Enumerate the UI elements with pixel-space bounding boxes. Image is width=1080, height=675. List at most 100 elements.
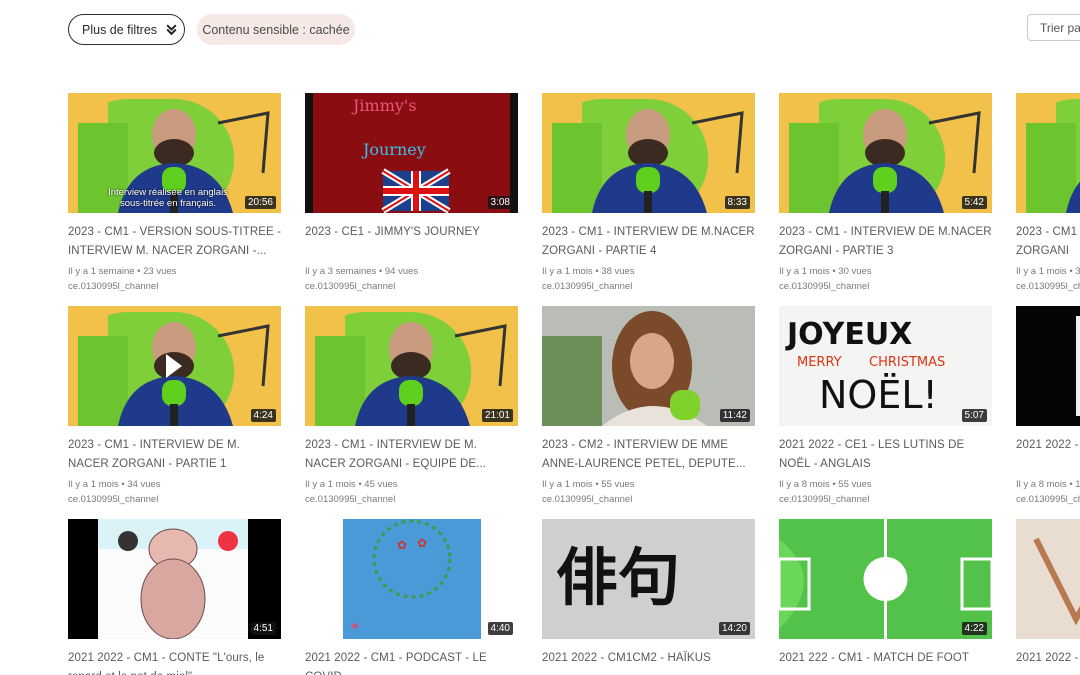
svg-text:JOYEUX: JOYEUX	[785, 317, 912, 352]
thumbnail-image	[68, 306, 281, 426]
channel-name[interactable]: ce.0130995l_channel	[68, 492, 281, 507]
svg-text:MERRY: MERRY	[797, 355, 842, 370]
video-thumbnail[interactable]: 8:33	[542, 93, 755, 213]
video-meta: Il y a 8 mois • 10	[1016, 479, 1080, 490]
video-card[interactable]: 8:33 2023 - CM1 - INTERVIEW DE M.NACER ZO…	[542, 93, 755, 294]
svg-text:✿: ✿	[397, 538, 407, 552]
subtitle-caption: Interview réalisée en anglais sous-titré…	[108, 187, 228, 209]
channel-name[interactable]: ce.0130995l_channel	[1016, 279, 1080, 294]
video-thumbnail[interactable]: 11:42	[542, 306, 755, 426]
video-meta: Il y a 1 mois • 55 vues	[542, 479, 635, 490]
video-title[interactable]: 2023 - CM1 - INTERVIEW DE M.NACER ZORGAN…	[779, 223, 992, 261]
video-card[interactable]: 11:42 2023 - CM2 - INTERVIEW DE MME ANNE-…	[542, 306, 755, 507]
duration-badge: 8:33	[724, 196, 750, 209]
sort-label: Trier par	[1040, 20, 1080, 35]
duration-badge: 4:40	[487, 622, 513, 635]
thumbnail-image	[779, 519, 992, 639]
channel-name[interactable]: ce.0130995l_channel	[542, 492, 755, 507]
video-meta: Il y a 1 mois • 45 vues	[305, 479, 398, 490]
duration-badge: 5:07	[961, 409, 987, 422]
svg-text:NOËL!: NOËL!	[819, 373, 938, 417]
video-thumbnail[interactable]: 5:42	[779, 93, 992, 213]
video-card[interactable]: 俳句俳句14:20 2021 2022 - CM1CM2 - HAÏKUS	[542, 519, 755, 675]
thumbnail-image	[542, 93, 755, 213]
sensitive-content-chip[interactable]: Contenu sensible : cachée	[197, 14, 355, 45]
video-title[interactable]: 2021 2022 - CM1CM2 - HAÏKUS	[542, 649, 755, 675]
video-thumbnail[interactable]: Jimmy's Journey Jimmy's Journey3:08	[305, 93, 518, 213]
video-card[interactable]: 2023 - CM1 - INTERVIEW DE M.NACER ZORGAN…	[1016, 93, 1080, 294]
video-card[interactable]: 4:51 2021 2022 - CM1 - CONTE "L'ours, le …	[68, 519, 281, 675]
video-thumbnail[interactable]: 21:01	[305, 306, 518, 426]
double-chevron-down-icon	[166, 24, 177, 36]
duration-badge: 4:22	[961, 622, 987, 635]
video-card[interactable]: 21:01 2023 - CM1 - INTERVIEW DE M. NACER …	[305, 306, 518, 507]
svg-text:Journey: Journey	[361, 140, 426, 159]
thumbnail-image: JOYEUX MERRY CHRISTMAS NOËL!	[779, 306, 992, 426]
video-thumbnail[interactable]: 4:24	[68, 306, 281, 426]
channel-name[interactable]: ce.0130995l_channel	[305, 279, 518, 294]
duration-badge: 4:51	[250, 622, 276, 635]
video-card[interactable]: 4:22 2021 222 - CM1 - MATCH DE FOOT	[779, 519, 992, 675]
channel-name[interactable]: ce.0130995l_channel	[68, 279, 281, 294]
duration-badge: 14:20	[718, 622, 750, 635]
video-title[interactable]: 2021 222 - CM1 - MATCH DE FOOT	[779, 649, 992, 675]
channel-name[interactable]: ce.0130995l_channel	[779, 279, 992, 294]
video-card[interactable]: 2021 2022 - CE1 - DIFFERENCE Il y a 8 moi…	[1016, 306, 1080, 507]
video-meta: Il y a 1 semaine • 23 vues	[68, 266, 177, 277]
video-thumbnail[interactable]	[1016, 306, 1080, 426]
video-grid: Interview réalisée en anglais sous-titré…	[68, 93, 1080, 675]
video-title[interactable]: 2023 - CM1 - INTERVIEW DE M. NACER ZORGA…	[68, 436, 281, 474]
svg-text:✿: ✿	[417, 536, 427, 550]
thumbnail-image	[1016, 306, 1080, 426]
video-card[interactable]: 4:24 2023 - CM1 - INTERVIEW DE M. NACER Z…	[68, 306, 281, 507]
video-title[interactable]: 2023 - CM1 - INTERVIEW DE M.NACER ZORGAN…	[542, 223, 755, 261]
sensitive-content-label: Contenu sensible : cachée	[202, 22, 350, 37]
channel-name[interactable]: ce.0130995l_channel	[305, 492, 518, 507]
thumbnail-image: 俳句	[542, 519, 755, 639]
svg-text:CHRISTMAS: CHRISTMAS	[869, 355, 945, 370]
video-thumbnail[interactable]: ✿ ✿ ✦ 4:40	[305, 519, 518, 639]
video-thumbnail[interactable]: 4:51	[68, 519, 281, 639]
video-title[interactable]: 2021 2022 - CE1 - LES LUTINS DE NOËL - A…	[779, 436, 992, 474]
video-thumbnail[interactable]: JOYEUX MERRY CHRISTMAS NOËL!JOYEUX|MERRY…	[779, 306, 992, 426]
video-thumbnail[interactable]: 4:22	[779, 519, 992, 639]
thumbnail-image	[1016, 93, 1080, 213]
channel-name[interactable]: ce.0130995l_channel	[779, 492, 992, 507]
filter-toolbar: Plus de filtres Contenu sensible : caché…	[68, 14, 1080, 46]
thumbnail-image: Jimmy's Journey	[305, 93, 518, 213]
video-thumbnail[interactable]: 俳句俳句14:20	[542, 519, 755, 639]
video-title[interactable]: 2023 - CE1 - JIMMY'S JOURNEY	[305, 223, 518, 261]
channel-name[interactable]: ce.0130995l_channel	[1016, 492, 1080, 507]
video-title[interactable]: 2021 2022 - CM1 - CONTE "L'ours, le rena…	[68, 649, 281, 675]
video-meta: Il y a 1 mois • 38 vues	[542, 266, 635, 277]
video-card[interactable]: 5:42 2023 - CM1 - INTERVIEW DE M.NACER ZO…	[779, 93, 992, 294]
video-title[interactable]: 2023 - CM1 - VERSION SOUS-TITREE - INTER…	[68, 223, 281, 261]
video-title[interactable]: 2021 2022 - CM1 - CHAPERON	[1016, 649, 1080, 675]
thumbnail-image	[542, 306, 755, 426]
video-title[interactable]: 2023 - CM1 - INTERVIEW DE M. NACER ZORGA…	[305, 436, 518, 474]
video-title[interactable]: 2023 - CM2 - INTERVIEW DE MME ANNE-LAURE…	[542, 436, 755, 474]
video-thumbnail[interactable]	[1016, 519, 1080, 639]
channel-name[interactable]: ce.0130995l_channel	[542, 279, 755, 294]
thumbnail-image	[305, 306, 518, 426]
video-card[interactable]: ✿ ✿ ✦ 4:40 2021 2022 - CM1 - PODCAST - LE C…	[305, 519, 518, 675]
video-card[interactable]: Interview réalisée en anglais sous-titré…	[68, 93, 281, 294]
video-card[interactable]: Jimmy's Journey Jimmy's Journey3:082023 …	[305, 93, 518, 294]
duration-badge: 3:08	[487, 196, 513, 209]
video-title[interactable]: 2023 - CM1 - INTERVIEW DE M.NACER ZORGAN…	[1016, 223, 1080, 261]
video-thumbnail[interactable]: Interview réalisée en anglais sous-titré…	[68, 93, 281, 213]
video-meta: Il y a 1 mois • 34 vues	[68, 479, 161, 490]
video-card[interactable]: 2021 2022 - CM1 - CHAPERON	[1016, 519, 1080, 675]
video-meta: Il y a 3 semaines • 94 vues	[305, 266, 419, 277]
more-filters-label: Plus de filtres	[82, 22, 158, 37]
video-title[interactable]: 2021 2022 - CE1 - DIFFERENCE	[1016, 436, 1080, 474]
duration-badge: 5:42	[961, 196, 987, 209]
sort-button[interactable]: Trier par	[1027, 14, 1080, 41]
video-card[interactable]: JOYEUX MERRY CHRISTMAS NOËL!JOYEUX|MERRY…	[779, 306, 992, 507]
duration-badge: 11:42	[719, 409, 750, 422]
duration-badge: 4:24	[250, 409, 276, 422]
video-thumbnail[interactable]	[1016, 93, 1080, 213]
thumbnail-image	[779, 93, 992, 213]
more-filters-button[interactable]: Plus de filtres	[68, 14, 185, 45]
video-title[interactable]: 2021 2022 - CM1 - PODCAST - LE COVID	[305, 649, 518, 675]
